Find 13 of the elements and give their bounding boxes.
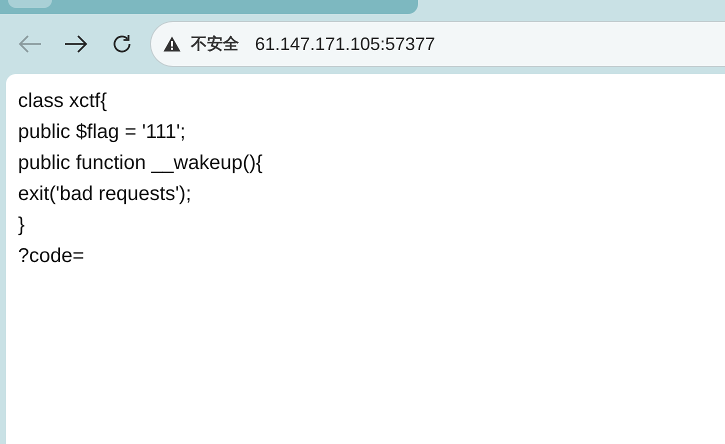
url-text: 61.147.171.105:57377 <box>255 34 436 54</box>
address-bar[interactable]: 不安全 61.147.171.105:57377 <box>150 21 725 67</box>
code-line: class xctf{ <box>18 89 108 114</box>
back-arrow-icon <box>17 34 43 54</box>
code-line: public function __wakeup(){ <box>18 151 264 176</box>
code-line: } <box>18 213 26 238</box>
code-line: public $flag = '111'; <box>18 120 187 145</box>
forward-arrow-icon <box>63 34 89 54</box>
code-line: ?code= <box>18 244 86 269</box>
warning-icon <box>163 36 181 52</box>
code-line: exit('bad requests'); <box>18 182 192 207</box>
security-label[interactable]: 不安全 <box>191 34 239 54</box>
reload-icon <box>111 33 133 55</box>
